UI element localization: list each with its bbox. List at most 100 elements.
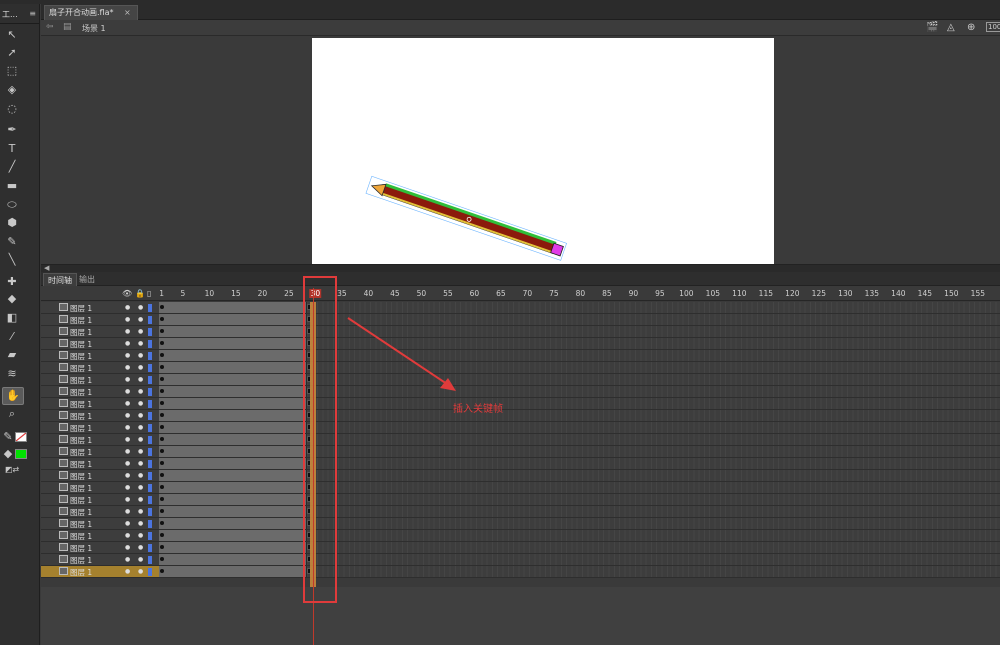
layer-row[interactable]: 图层 1 ● ●: [41, 518, 159, 530]
pen-tool-icon[interactable]: ✒: [4, 123, 20, 137]
stage-canvas[interactable]: [312, 38, 774, 264]
frame-row[interactable]: [159, 350, 1000, 362]
ruler-frame-130[interactable]: 130: [838, 289, 852, 298]
layer-row[interactable]: 图层 1 ● ●: [41, 542, 159, 554]
ruler-frame-125[interactable]: 125: [812, 289, 826, 298]
eye-icon[interactable]: 👁: [122, 289, 132, 298]
zoom-control[interactable]: 100: [986, 22, 1000, 32]
ruler-frame-40[interactable]: 40: [364, 289, 374, 298]
visibility-toggle[interactable]: ●: [125, 316, 130, 323]
layer-name[interactable]: 图层 1: [70, 447, 92, 458]
visibility-toggle[interactable]: ●: [125, 472, 130, 479]
frame-span[interactable]: [159, 494, 307, 505]
outline-color-box[interactable]: [148, 376, 152, 384]
outline-color-box[interactable]: [148, 448, 152, 456]
keyframe-1[interactable]: [160, 389, 164, 393]
layer-name[interactable]: 图层 1: [70, 351, 92, 362]
layer-row[interactable]: 图层 1 ● ●: [41, 302, 159, 314]
ruler-frame-145[interactable]: 145: [918, 289, 932, 298]
lock-toggle[interactable]: ●: [138, 328, 143, 335]
lock-toggle[interactable]: ●: [138, 508, 143, 515]
ruler-frame-20[interactable]: 20: [258, 289, 268, 298]
back-arrow-icon[interactable]: ⇦: [46, 22, 54, 32]
ruler-frame-155[interactable]: 155: [971, 289, 985, 298]
layer-name[interactable]: 图层 1: [70, 495, 92, 506]
outline-color-box[interactable]: [148, 364, 152, 372]
subselection-tool-icon[interactable]: ➚: [4, 46, 20, 60]
ruler-frame-15[interactable]: 15: [231, 289, 241, 298]
ruler-frame-90[interactable]: 90: [629, 289, 639, 298]
layer-name[interactable]: 图层 1: [70, 315, 92, 326]
tab-timeline[interactable]: 时间轴: [43, 273, 77, 286]
keyframe-1[interactable]: [160, 341, 164, 345]
ruler-frame-115[interactable]: 115: [759, 289, 773, 298]
outline-color-box[interactable]: [148, 400, 152, 408]
ruler-frame-1[interactable]: 1: [159, 289, 164, 298]
outline-color-box[interactable]: [148, 556, 152, 564]
frame-row[interactable]: [159, 518, 1000, 530]
layer-name[interactable]: 图层 1: [70, 411, 92, 422]
layer-row[interactable]: 图层 1 ● ●: [41, 386, 159, 398]
ruler-frame-60[interactable]: 60: [470, 289, 480, 298]
text-tool-icon[interactable]: T: [4, 142, 20, 156]
outline-color-box[interactable]: [148, 424, 152, 432]
ruler-frame-70[interactable]: 70: [523, 289, 533, 298]
layer-row[interactable]: 图层 1 ● ●: [41, 374, 159, 386]
layer-name[interactable]: 图层 1: [70, 375, 92, 386]
frame-span[interactable]: [159, 482, 307, 493]
frame-span[interactable]: [159, 470, 307, 481]
hand-tool-icon[interactable]: ✋: [2, 387, 24, 405]
keyframe-1[interactable]: [160, 377, 164, 381]
line-tool-icon[interactable]: ╱: [4, 160, 20, 174]
polystar-tool-icon[interactable]: ⬢: [4, 216, 20, 230]
visibility-toggle[interactable]: ●: [125, 544, 130, 551]
keyframe-1[interactable]: [160, 437, 164, 441]
outline-color-box[interactable]: [148, 460, 152, 468]
frame-row[interactable]: [159, 434, 1000, 446]
keyframe-1[interactable]: [160, 401, 164, 405]
layer-row[interactable]: 图层 1 ● ●: [41, 470, 159, 482]
layer-row[interactable]: 图层 1 ● ●: [41, 434, 159, 446]
frame-row[interactable]: [159, 530, 1000, 542]
frame-span[interactable]: [159, 302, 307, 313]
frame-span[interactable]: [159, 446, 307, 457]
layer-row[interactable]: 图层 1 ● ●: [41, 410, 159, 422]
ruler-frame-65[interactable]: 65: [496, 289, 506, 298]
ruler-frame-25[interactable]: 25: [284, 289, 294, 298]
layer-name[interactable]: 图层 1: [70, 543, 92, 554]
visibility-toggle[interactable]: ●: [125, 376, 130, 383]
ruler-frame-120[interactable]: 120: [785, 289, 799, 298]
selection-tool-icon[interactable]: ↖: [4, 28, 20, 42]
visibility-toggle[interactable]: ●: [125, 520, 130, 527]
visibility-toggle[interactable]: ●: [125, 328, 130, 335]
layer-row[interactable]: 图层 1 ● ●: [41, 506, 159, 518]
ruler-frame-75[interactable]: 75: [549, 289, 559, 298]
visibility-toggle[interactable]: ●: [125, 460, 130, 467]
layer-name[interactable]: 图层 1: [70, 303, 92, 314]
visibility-toggle[interactable]: ●: [125, 340, 130, 347]
ruler-frame-95[interactable]: 95: [655, 289, 665, 298]
layer-row[interactable]: 图层 1 ● ●: [41, 446, 159, 458]
visibility-toggle[interactable]: ●: [125, 412, 130, 419]
visibility-toggle[interactable]: ●: [125, 424, 130, 431]
outline-color-box[interactable]: [148, 484, 152, 492]
swap-colors-icon[interactable]: ◩⇄: [4, 463, 20, 477]
keyframe-1[interactable]: [160, 329, 164, 333]
edit-symbols-icon[interactable]: ◬: [947, 22, 955, 33]
frame-span[interactable]: [159, 362, 307, 373]
outline-color-box[interactable]: [148, 436, 152, 444]
frame-span[interactable]: [159, 434, 307, 445]
lock-toggle[interactable]: ●: [138, 532, 143, 539]
frame-span[interactable]: [159, 338, 307, 349]
outline-color-box[interactable]: [148, 316, 152, 324]
frame-row[interactable]: [159, 482, 1000, 494]
fill-color-swatch[interactable]: [15, 449, 27, 459]
layer-row[interactable]: 图层 1 ● ●: [41, 566, 159, 578]
lock-icon[interactable]: 🔒: [135, 289, 145, 298]
layer-name[interactable]: 图层 1: [70, 531, 92, 542]
lock-toggle[interactable]: ●: [138, 520, 143, 527]
frame-row[interactable]: [159, 386, 1000, 398]
brush-tool-icon[interactable]: ╲: [4, 253, 20, 267]
lock-toggle[interactable]: ●: [138, 568, 143, 575]
frame-span[interactable]: [159, 386, 307, 397]
